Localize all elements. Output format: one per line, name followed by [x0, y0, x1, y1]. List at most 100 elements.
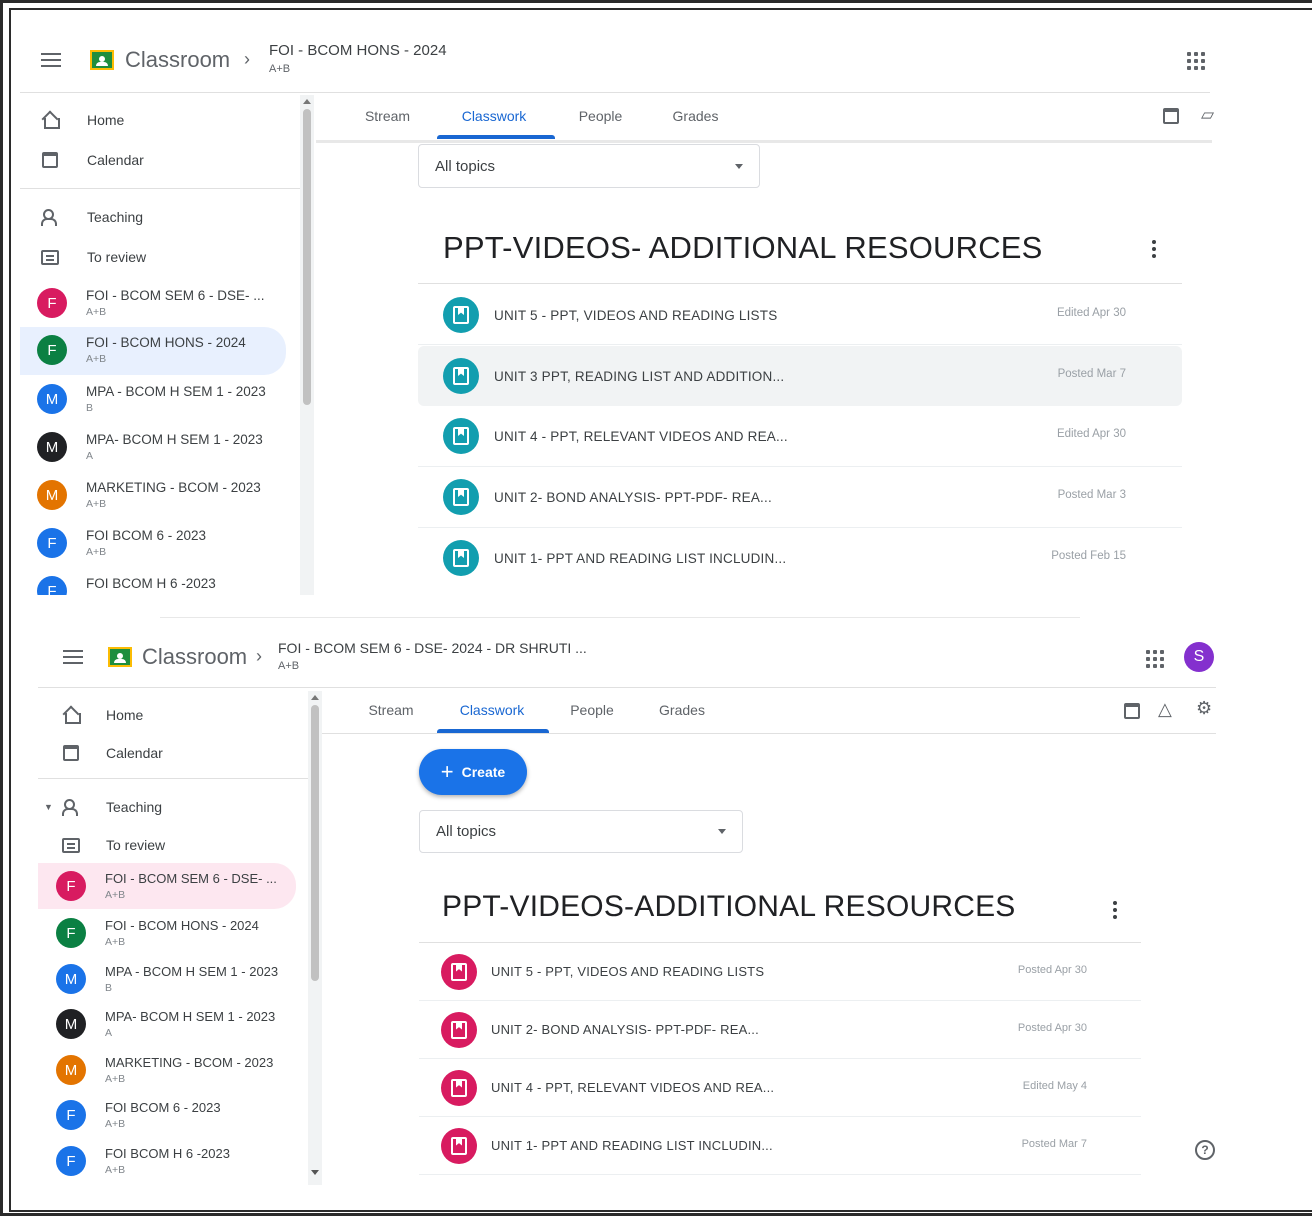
material-title: UNIT 2- BOND ANALYSIS- PPT-PDF- REA...: [491, 1022, 759, 1037]
sidebar-class-item[interactable]: F FOI BCOM H 6 -2023 A+B: [38, 1140, 296, 1184]
topic-more-options-icon[interactable]: [1113, 901, 1117, 919]
material-row[interactable]: UNIT 5 - PPT, VIDEOS AND READING LISTS P…: [419, 943, 1141, 1000]
sidebar-class-item[interactable]: M MPA- BCOM H SEM 1 - 2023 A: [38, 1003, 296, 1047]
top-bar: Classroom › FOI - BCOM HONS - 2024 A+B: [20, 20, 1292, 92]
topic-heading: PPT-VIDEOS- ADDITIONAL RESOURCES: [443, 230, 1043, 265]
classroom-logo-icon[interactable]: [108, 647, 132, 667]
class-name: MPA - BCOM H SEM 1 - 2023: [86, 384, 266, 399]
sidebar-class-item[interactable]: F FOI - BCOM HONS - 2024 A+B: [38, 912, 296, 956]
tab-grades[interactable]: Grades: [648, 108, 743, 140]
app-name[interactable]: Classroom: [142, 644, 247, 670]
sidebar: Home Calendar ▼ Teaching To review F FOI…: [38, 688, 328, 1185]
app-name[interactable]: Classroom: [125, 47, 230, 73]
material-row[interactable]: UNIT 2- BOND ANALYSIS- PPT-PDF- REA... P…: [418, 468, 1182, 526]
screenshot-divider: [160, 617, 1080, 618]
apps-grid-icon[interactable]: [1187, 52, 1205, 70]
course-section: A+B: [278, 660, 300, 672]
material-date: Edited Apr 30: [1056, 307, 1126, 319]
sidebar-item-teaching[interactable]: Teaching: [40, 207, 143, 227]
sidebar-class-item[interactable]: F FOI BCOM 6 - 2023 A+B: [38, 1094, 296, 1138]
create-button[interactable]: + Create: [419, 749, 527, 795]
tab-people[interactable]: People: [548, 702, 636, 733]
material-row[interactable]: UNIT 1- PPT AND READING LIST INCLUDIN...…: [419, 1117, 1141, 1174]
scroll-down-arrow-icon[interactable]: [311, 1170, 319, 1175]
class-name: MPA- BCOM H SEM 1 - 2023: [105, 1009, 276, 1024]
material-title: UNIT 5 - PPT, VIDEOS AND READING LISTS: [494, 307, 778, 323]
drive-folder-icon[interactable]: ▱: [1201, 105, 1214, 125]
material-row-hovered[interactable]: UNIT 3 PPT, READING LIST AND ADDITION...…: [418, 346, 1182, 406]
material-title: UNIT 1- PPT AND READING LIST INCLUDIN...: [494, 550, 787, 566]
material-row[interactable]: UNIT 4 - PPT, RELEVANT VIDEOS AND REA...…: [419, 1059, 1141, 1116]
expand-caret-icon[interactable]: ▼: [44, 802, 56, 812]
sidebar-item-to-review[interactable]: To review: [61, 835, 165, 855]
material-row[interactable]: UNIT 1- PPT AND READING LIST INCLUDIN...…: [418, 529, 1182, 587]
review-tray-icon: [40, 247, 60, 267]
sidebar-class-item[interactable]: M MARKETING - BCOM - 2023 A+B: [38, 1049, 296, 1093]
sidebar-item-home[interactable]: Home: [40, 110, 124, 130]
account-avatar[interactable]: S: [1184, 642, 1214, 672]
calendar-icon: [40, 150, 60, 170]
sidebar-item-calendar[interactable]: Calendar: [61, 743, 163, 763]
class-section: A+B: [105, 936, 126, 948]
row-divider: [418, 527, 1182, 528]
tab-grades[interactable]: Grades: [636, 702, 728, 733]
course-title: FOI - BCOM HONS - 2024: [269, 42, 447, 59]
scroll-up-arrow-icon[interactable]: [311, 695, 319, 700]
topic-filter-select[interactable]: All topics: [419, 810, 743, 853]
scrollbar-thumb[interactable]: [303, 109, 311, 405]
classroom-logo-icon[interactable]: [90, 50, 114, 70]
sidebar-item-label: Home: [87, 112, 125, 128]
sidebar-scrollbar[interactable]: [308, 691, 322, 1185]
sidebar-class-item[interactable]: F FOI BCOM 6 - 2023 A+B: [20, 523, 286, 567]
sidebar-class-item[interactable]: F FOI - BCOM SEM 6 - DSE- ... A+B: [20, 283, 286, 327]
row-divider: [419, 1174, 1141, 1175]
topic-filter-select[interactable]: All topics: [418, 144, 760, 188]
scrollbar-thumb[interactable]: [311, 705, 319, 981]
material-row[interactable]: UNIT 5 - PPT, VIDEOS AND READING LISTS E…: [418, 286, 1182, 344]
sidebar-class-item[interactable]: F FOI BCOM H 6 -2023: [20, 571, 286, 595]
breadcrumb[interactable]: FOI - BCOM SEM 6 - DSE- 2024 - DR SHRUTI…: [278, 640, 587, 672]
sidebar-class-item[interactable]: M MPA- BCOM H SEM 1 - 2023 A: [20, 427, 286, 471]
topic-more-options-icon[interactable]: [1152, 240, 1156, 258]
main-menu-icon[interactable]: [63, 650, 83, 664]
people-icon: [40, 207, 60, 227]
tab-stream[interactable]: Stream: [346, 702, 436, 733]
scroll-up-arrow-icon[interactable]: [303, 99, 311, 104]
sidebar-item-home[interactable]: Home: [61, 705, 143, 725]
tab-stream[interactable]: Stream: [340, 108, 435, 140]
material-icon: [443, 297, 479, 333]
material-row[interactable]: UNIT 2- BOND ANALYSIS- PPT-PDF- REA... P…: [419, 1001, 1141, 1058]
material-title: UNIT 1- PPT AND READING LIST INCLUDIN...: [491, 1138, 773, 1153]
sidebar-class-item-selected[interactable]: F FOI - BCOM SEM 6 - DSE- ... A+B: [38, 863, 296, 909]
sidebar-class-item[interactable]: M MPA - BCOM H SEM 1 - 2023 B: [38, 958, 296, 1002]
class-section: A+B: [105, 1164, 126, 1176]
sidebar-scrollbar[interactable]: [300, 95, 314, 595]
sidebar-class-item[interactable]: M MARKETING - BCOM - 2023 A+B: [20, 475, 286, 519]
class-name: FOI - BCOM HONS - 2024: [105, 918, 259, 933]
drive-icon[interactable]: △: [1158, 699, 1172, 720]
material-title: UNIT 3 PPT, READING LIST AND ADDITION...: [494, 368, 785, 384]
material-row[interactable]: UNIT 4 - PPT, RELEVANT VIDEOS AND REA...…: [418, 407, 1182, 465]
row-divider: [418, 344, 1182, 345]
material-icon: [441, 1011, 477, 1048]
topic-filter-value: All topics: [435, 157, 496, 175]
calendar-icon[interactable]: [1124, 703, 1140, 724]
main-menu-icon[interactable]: [41, 53, 61, 67]
apps-grid-icon[interactable]: [1146, 650, 1164, 668]
tabs-divider: [316, 140, 1212, 143]
sidebar-class-item[interactable]: M MPA - BCOM H SEM 1 - 2023 B: [20, 379, 286, 423]
sidebar-class-item-selected[interactable]: F FOI - BCOM HONS - 2024 A+B: [20, 327, 286, 375]
settings-gear-icon[interactable]: ⚙: [1196, 698, 1212, 719]
sidebar-item-label: Calendar: [106, 745, 163, 761]
calendar-icon[interactable]: [1163, 108, 1179, 129]
class-avatar: F: [56, 1100, 86, 1130]
material-title: UNIT 2- BOND ANALYSIS- PPT-PDF- REA...: [494, 489, 772, 505]
sidebar-item-to-review[interactable]: To review: [40, 247, 146, 267]
breadcrumb[interactable]: FOI - BCOM HONS - 2024 A+B: [269, 42, 447, 75]
classroom-screen-2: Classroom › FOI - BCOM SEM 6 - DSE- 2024…: [38, 625, 1216, 1185]
sidebar-item-teaching[interactable]: ▼ Teaching: [44, 797, 162, 817]
sidebar-item-calendar[interactable]: Calendar: [40, 150, 144, 170]
tab-people[interactable]: People: [553, 108, 648, 140]
class-avatar: F: [56, 871, 86, 901]
help-icon[interactable]: ?: [1195, 1140, 1215, 1160]
